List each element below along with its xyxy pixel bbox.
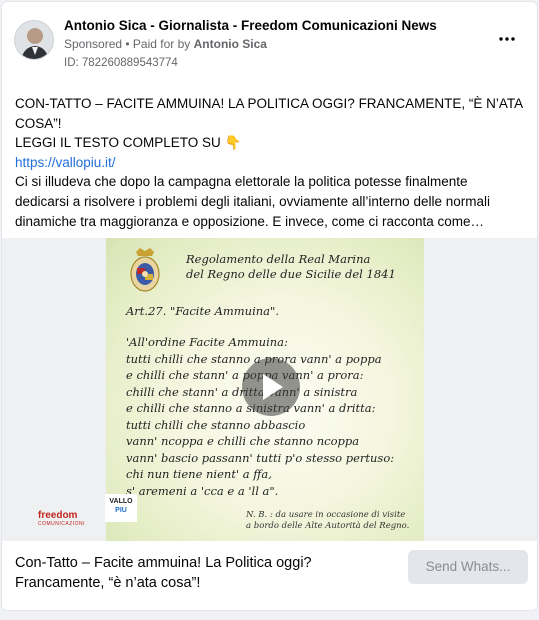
poem-line: vann' ncoppa e chilli che stanno ncoppa [126, 434, 360, 448]
paid-for-name: Antonio Sica [193, 37, 267, 51]
ad-headline-line: Con-Tatto – Facite ammuina! La Politica … [15, 555, 312, 571]
slide-article: Art.27. "Facite Ammuina". [126, 304, 279, 318]
avatar[interactable] [14, 20, 54, 60]
slide-title-line: del Regno delle due Sicilie del 1841 [186, 267, 396, 281]
ad-post-card: Antonio Sica - Giornalista - Freedom Com… [1, 1, 538, 611]
body-line: dinamiche tra maggioranza e opposizione.… [15, 213, 484, 229]
poem-line: 'All'ordine Facite Ammuina: [126, 335, 288, 349]
ad-headline-line: Francamente, “è n’ata cosa”! [15, 575, 201, 591]
freedom-logo: freedom COMUNICAZIONI [38, 510, 85, 527]
royal-crest-icon [130, 248, 160, 292]
vallopiu-logo: VALLO PIU [105, 494, 137, 522]
ad-footer: Con-Tatto – Facite ammuina! La Politica … [2, 541, 537, 610]
poem-line: tutti chilli che stanno abbascio [126, 417, 306, 432]
slide-note-line: N. B. : da usare in occasione di visite [246, 510, 406, 520]
ad-id: ID: 782260889543774 [64, 57, 178, 69]
poem-line: vann' bascio passann' tutti p'o stesso p… [126, 450, 395, 465]
freedom-logo-sub: COMUNICAZIONI [38, 521, 86, 527]
slide-poem: 'All'ordine Facite Ammuina: tutti chilli… [126, 334, 394, 499]
meta-separator: • [122, 37, 133, 51]
poem-line: s' aremeni a 'cca e a 'll a". [126, 483, 279, 498]
poem-line: chi nun tiene nient' a ffa, [126, 467, 272, 481]
video-media[interactable]: Regolamento della Real Marina del Regno … [2, 238, 537, 541]
more-options-button[interactable] [499, 30, 515, 41]
slide-note: N. B. : da usare in occasione di visite … [246, 510, 409, 532]
body-link[interactable]: https://vallopiu.it/ [15, 153, 530, 173]
freedom-logo-text: freedom [38, 510, 78, 521]
slide-title: Regolamento della Real Marina del Regno … [186, 252, 396, 282]
vallo-logo-text: VALLO [109, 498, 133, 505]
page-name[interactable]: Antonio Sica - Giornalista - Freedom Com… [64, 18, 437, 33]
play-icon [263, 374, 283, 400]
more-horizontal-icon [499, 37, 515, 41]
body-line: LEGGI IL TESTO COMPLETO SU 👇 [15, 135, 242, 151]
play-button[interactable] [242, 358, 300, 416]
piu-logo-text: PIU [115, 507, 127, 514]
slide-title-line: Regolamento della Real Marina [186, 252, 371, 266]
body-line: dedicarsi a risolvere i problemi degli i… [15, 193, 490, 209]
slide-note-line: a bordo delle Alte Autorità del Regno. [246, 521, 410, 531]
paid-for-prefix: Paid for by [132, 37, 194, 51]
sponsored-meta: Sponsored • Paid for by Antonio Sica [64, 37, 267, 51]
ad-headline[interactable]: Con-Tatto – Facite ammuina! La Politica … [15, 553, 385, 593]
post-header: Antonio Sica - Giornalista - Freedom Com… [2, 2, 537, 82]
body-line: COSA”! [15, 115, 62, 131]
body-line: Ci si illudeva che dopo la campagna elet… [15, 174, 468, 190]
body-line: CON-TATTO – FACITE AMMUINA! LA POLITICA … [15, 96, 524, 111]
send-whatsapp-button[interactable]: Send Whats... [408, 550, 528, 584]
post-body: CON-TATTO – FACITE AMMUINA! LA POLITICA … [15, 94, 530, 231]
sponsored-label: Sponsored [64, 37, 123, 51]
